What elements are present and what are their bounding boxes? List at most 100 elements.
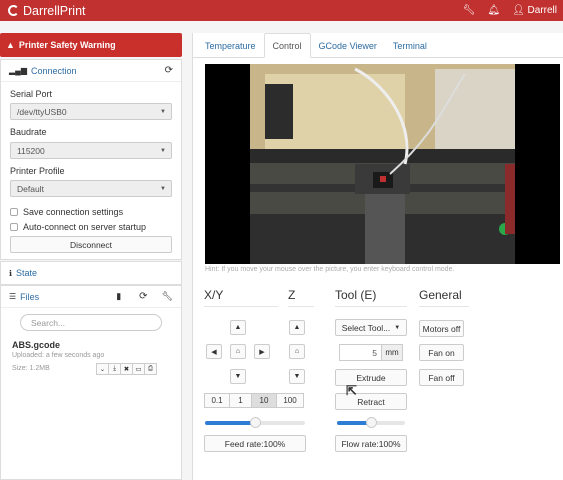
motors-off-button[interactable]: Motors off <box>419 320 464 337</box>
webcam-hint: Hint: If you move your mouse over the pi… <box>205 266 455 273</box>
save-settings-checkbox[interactable]: Save connection settings <box>10 207 123 217</box>
list-icon: ☰ <box>9 292 17 301</box>
state-header[interactable]: ℹ State <box>1 262 181 284</box>
navbar: DarrellPrint 🔧︎ 🔔︎ 👤︎ Darrell <box>0 0 563 21</box>
auto-connect-checkbox[interactable]: Auto-connect on server startup <box>10 222 146 232</box>
fan-off-button[interactable]: Fan off <box>419 369 464 386</box>
tool-heading: Tool (E) <box>335 288 377 302</box>
webcam-image <box>205 64 560 264</box>
print-icon[interactable]: ⎙ <box>144 363 157 375</box>
safety-warning-label: Printer Safety Warning <box>18 40 116 50</box>
flow-rate-slider[interactable] <box>337 417 405 428</box>
mouse-cursor-icon: ⇱ <box>346 383 357 398</box>
baudrate-value: 115200 <box>17 145 45 156</box>
auto-connect-label: Auto-connect on server startup <box>23 222 147 232</box>
printer-profile-value: Default <box>17 183 44 194</box>
jog-z-plus-button[interactable]: ▲ <box>289 320 305 335</box>
caret-icon: ▼ <box>160 147 166 154</box>
tab-gcode-viewer[interactable]: GCode Viewer <box>311 33 385 58</box>
files-header[interactable]: ☰ Files ▮ ⟳ 🔧︎ <box>1 286 181 308</box>
feed-rate-fill <box>205 421 255 425</box>
jog-x-plus-button[interactable]: ▶ <box>254 344 270 359</box>
printer-profile-select[interactable]: Default ▼ <box>10 180 172 197</box>
file-uploaded: Uploaded: a few seconds ago <box>12 352 105 359</box>
feed-rate-slider[interactable] <box>205 417 305 428</box>
connection-panel: ▂▄▆ Connection ⟳ Serial Port /dev/ttyUSB… <box>0 59 182 260</box>
printer-profile-label: Printer Profile <box>10 166 65 176</box>
jog-z-minus-button[interactable]: ▼ <box>289 369 305 384</box>
step-10-button[interactable]: 10 <box>251 393 277 408</box>
divider <box>335 306 407 307</box>
file-actions: ⌄ ⤓ ✖ ▭ ⎙ <box>96 363 157 375</box>
flow-rate-handle[interactable] <box>366 417 377 428</box>
file-icon[interactable]: ▮ <box>116 291 121 302</box>
file-search-input[interactable]: Search... <box>20 314 162 331</box>
z-heading: Z <box>288 288 296 302</box>
refresh-icon[interactable]: ⟳ <box>139 291 147 302</box>
divider <box>288 306 314 307</box>
disconnect-button[interactable]: Disconnect <box>10 236 172 253</box>
webcam-stream[interactable] <box>205 64 560 264</box>
home-z-button[interactable]: ⌂ <box>289 344 305 359</box>
connection-header[interactable]: ▂▄▆ Connection ⟳ <box>1 60 181 82</box>
connection-title: Connection <box>30 65 77 76</box>
step-0-1-button[interactable]: 0.1 <box>204 393 230 408</box>
logo-icon <box>8 5 19 16</box>
tab-temperature[interactable]: Temperature <box>197 33 264 58</box>
step-distance-group: 0.1 1 10 100 <box>204 393 304 408</box>
caret-icon: ▼ <box>394 324 401 331</box>
brand-name: DarrellPrint <box>23 3 86 18</box>
wrench-icon[interactable]: 🔧︎ <box>162 291 173 302</box>
select-tool-dropdown[interactable]: Select Tool... ▼ <box>335 319 407 336</box>
extrude-amount-input[interactable]: 5 <box>339 344 382 361</box>
caret-icon: ▼ <box>160 108 166 115</box>
serial-port-select[interactable]: /dev/ttyUSB0 ▼ <box>10 103 172 120</box>
file-name[interactable]: ABS.gcode <box>12 340 60 350</box>
divider <box>204 306 278 307</box>
caret-icon: ▼ <box>160 185 166 192</box>
jog-y-plus-button[interactable]: ▲ <box>230 320 246 335</box>
home-xy-button[interactable]: ⌂ <box>230 344 246 359</box>
refresh-icon[interactable]: ⟳ <box>165 65 173 76</box>
user-name: Darrell <box>527 5 557 16</box>
serial-port-value: /dev/ttyUSB0 <box>17 106 67 117</box>
xy-heading: X/Y <box>204 288 224 302</box>
tab-control[interactable]: Control <box>263 33 311 58</box>
info-icon: ℹ <box>9 268 13 278</box>
step-100-button[interactable]: 100 <box>276 393 304 408</box>
divider <box>419 306 469 307</box>
main-content: Temperature Control GCode Viewer Termina… <box>192 33 563 480</box>
state-title: State <box>16 268 38 278</box>
signal-icon: ▂▄▆ <box>9 66 27 75</box>
checkbox-box <box>10 223 18 231</box>
flow-rate-button[interactable]: Flow rate:100% <box>335 435 407 452</box>
feed-rate-handle[interactable] <box>250 417 261 428</box>
bell-icon[interactable]: 🔔︎ <box>487 5 500 16</box>
save-settings-label: Save connection settings <box>23 207 124 217</box>
state-panel: ℹ State <box>0 261 182 285</box>
tab-bar: Temperature Control GCode Viewer Termina… <box>193 33 563 58</box>
extrude-amount-field[interactable]: 5 mm <box>339 344 403 361</box>
safety-warning-button[interactable]: ▲ Printer Safety Warning <box>0 33 182 57</box>
tab-terminal[interactable]: Terminal <box>385 33 435 58</box>
step-1-button[interactable]: 1 <box>229 393 252 408</box>
serial-port-label: Serial Port <box>10 89 53 99</box>
checkbox-box <box>10 208 18 216</box>
sidebar: ▲ Printer Safety Warning ▂▄▆ Connection … <box>0 33 182 480</box>
warning-icon: ▲ <box>6 40 15 50</box>
brand-link[interactable]: DarrellPrint <box>0 4 86 18</box>
jog-y-minus-button[interactable]: ▼ <box>230 369 246 384</box>
user-icon: 👤︎ <box>512 5 525 16</box>
user-menu[interactable]: 👤︎ Darrell <box>512 5 557 16</box>
feed-rate-button[interactable]: Feed rate:100% <box>204 435 306 452</box>
wrench-icon[interactable]: 🔧︎ <box>463 5 476 16</box>
select-tool-label: Select Tool... <box>341 322 391 333</box>
files-title: Files <box>20 291 40 302</box>
extrude-unit: mm <box>382 344 403 361</box>
file-size: Size: 1.2MB <box>12 365 50 372</box>
baudrate-label: Baudrate <box>10 127 47 137</box>
jog-x-minus-button[interactable]: ◀ <box>206 344 222 359</box>
baudrate-select[interactable]: 115200 ▼ <box>10 142 172 159</box>
general-heading: General <box>419 288 462 302</box>
fan-on-button[interactable]: Fan on <box>419 344 464 361</box>
